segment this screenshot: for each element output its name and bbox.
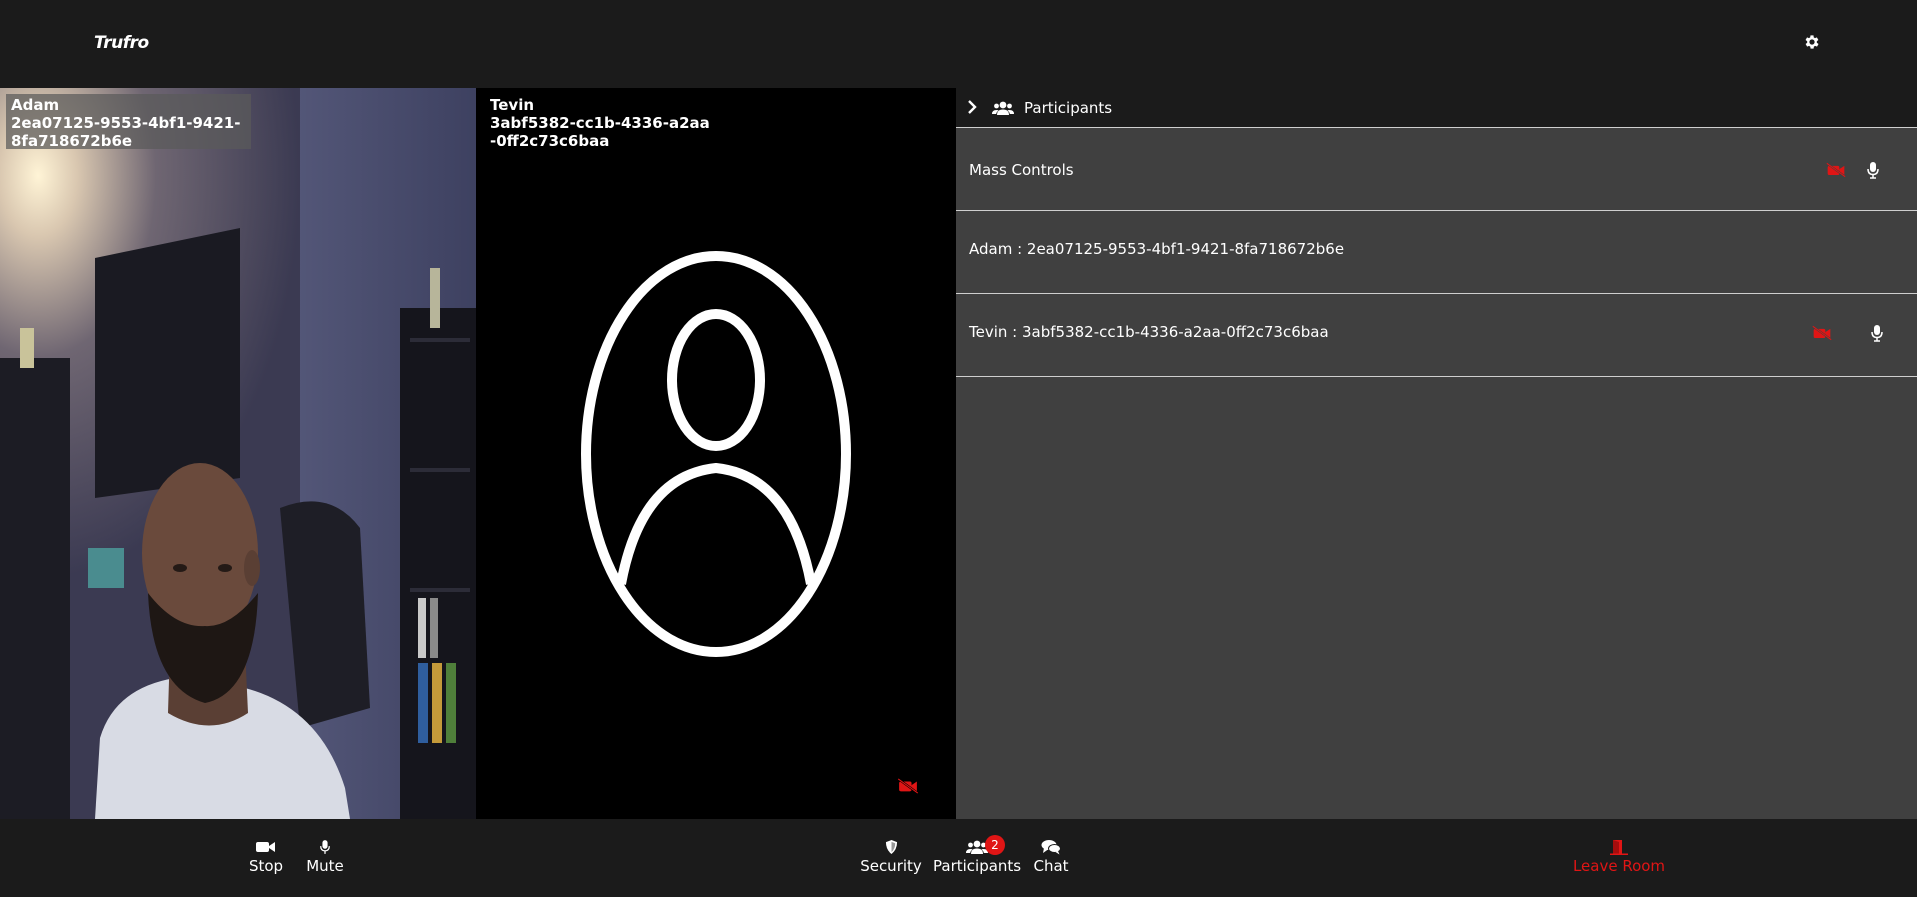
avatar-placeholder-icon [581,251,851,657]
camera-off-icon [897,778,919,794]
chat-button[interactable]: Chat [1031,839,1071,875]
shield-icon [885,840,897,854]
video-tile-tevin: Tevin 3abf5382-cc1b-4336-a2aa-0ff2c73c6b… [476,88,956,819]
microphone-icon [320,840,330,854]
top-bar: Trufro [0,0,1917,88]
participant-row-tevin: Tevin : 3abf5382-cc1b-4336-a2aa-0ff2c73c… [956,295,1917,377]
mute-button[interactable]: Mute [304,839,346,875]
camera-off-icon[interactable] [1812,325,1832,341]
participant-row-label: Mass Controls [969,161,1074,179]
participants-count-badge: 2 [985,835,1005,855]
participants-panel: Participants Mass Controls Adam : 2ea071… [956,88,1917,819]
security-button[interactable]: Security [859,839,923,875]
participant-row-label: Tevin : 3abf5382-cc1b-4336-a2aa-0ff2c73c… [969,323,1329,341]
mute-label: Mute [306,857,344,875]
bottom-toolbar: Stop Mute Security 2 Participants Chat L… [0,819,1917,897]
brand-logo: Trufro [94,33,149,53]
participant-row-label: Adam : 2ea07125-9553-4bf1-9421-8fa718672… [969,240,1345,258]
participants-panel-title: Participants [1024,99,1113,117]
participant-name-tevin: Tevin [490,96,535,114]
participant-id-tevin: 3abf5382-cc1b-4336-a2aa-0ff2c73c6baa [490,114,710,150]
participant-name-adam: Adam [11,96,60,114]
door-exit-icon [1610,840,1628,855]
users-icon [992,101,1014,115]
video-tile-adam: Adam 2ea07125-9553-4bf1-9421-8fa718672b6… [0,88,476,819]
microphone-icon[interactable] [1866,161,1880,179]
participant-id-adam: 2ea07125-9553-4bf1-9421-8fa718672b6e [11,114,241,150]
leave-room-button[interactable]: Leave Room [1571,839,1667,875]
name-overlay-adam: Adam 2ea07125-9553-4bf1-9421-8fa718672b6… [6,94,251,150]
stop-video-button[interactable]: Stop [246,839,286,875]
video-camera-icon [256,842,275,852]
gear-icon[interactable] [1803,33,1821,51]
leave-room-label: Leave Room [1572,857,1666,875]
participants-button[interactable]: 2 Participants [933,835,1022,875]
participant-row-adam: Adam : 2ea07125-9553-4bf1-9421-8fa718672… [956,212,1917,294]
microphone-icon[interactable] [1870,324,1884,342]
participant-row-mass-controls: Mass Controls [956,129,1917,211]
camera-off-icon[interactable] [1826,162,1846,178]
chat-icon [1041,840,1061,855]
chat-label: Chat [1033,857,1069,875]
security-label: Security [860,857,922,875]
webcam-video-adam [0,88,476,819]
stop-video-label: Stop [248,857,284,875]
participants-label: Participants [933,857,1022,875]
chevron-right-icon[interactable] [966,98,978,116]
name-overlay-tevin: Tevin 3abf5382-cc1b-4336-a2aa-0ff2c73c6b… [490,96,710,150]
participants-panel-header: Participants [956,88,1917,128]
